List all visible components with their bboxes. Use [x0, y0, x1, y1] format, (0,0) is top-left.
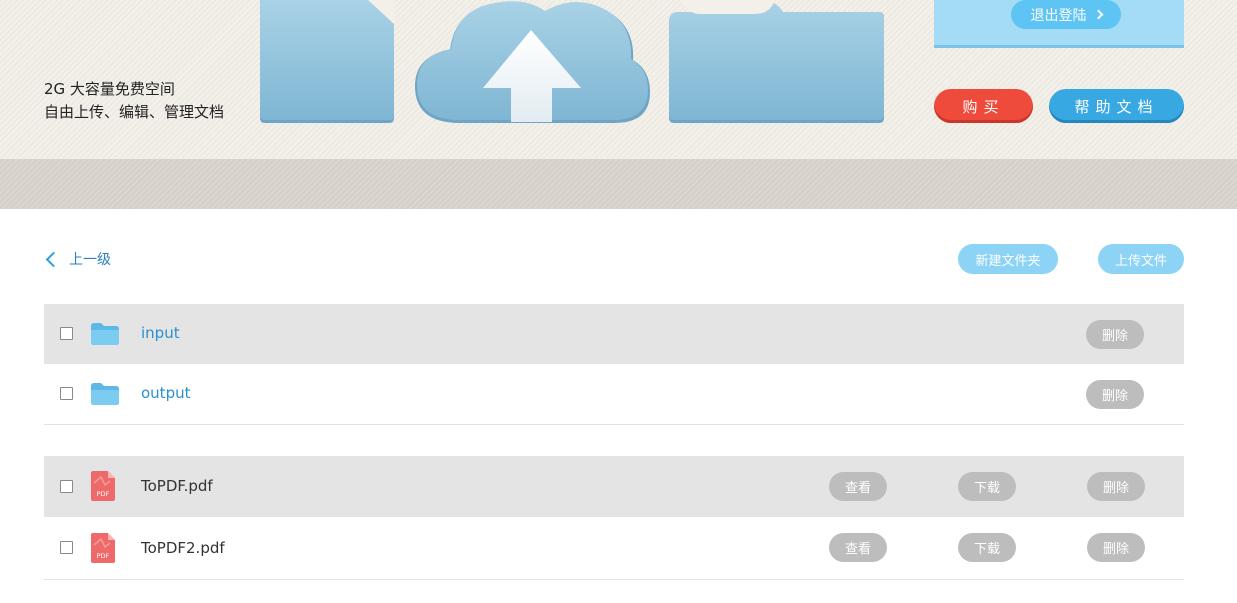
folder-name-link[interactable]: input — [141, 324, 180, 342]
file-row: PDF ToPDF.pdf 查看 下载 删除 — [44, 456, 1184, 517]
logout-label: 退出登陆 — [1030, 7, 1087, 24]
file-row: PDF ToPDF2.pdf 查看 下载 删除 — [44, 517, 1184, 580]
row-checkbox[interactable] — [60, 480, 73, 493]
upload-file-button[interactable]: 上传文件 — [1098, 244, 1184, 274]
folder-icon — [91, 383, 119, 405]
back-to-parent-link[interactable]: 上一级 — [44, 248, 111, 270]
pdf-file-icon: PDF — [91, 533, 115, 563]
folder-icon — [91, 323, 119, 345]
delete-button[interactable]: 删除 — [1086, 320, 1144, 349]
row-checkbox[interactable] — [60, 541, 73, 554]
pdf-icon-label: PDF — [97, 490, 110, 498]
tagline-line-2: 自由上传、编辑、管理文档 — [44, 103, 225, 121]
help-docs-button[interactable]: 帮助文档 — [1049, 89, 1184, 123]
download-button[interactable]: 下载 — [958, 533, 1016, 562]
folder-row: input 删除 — [44, 304, 1184, 364]
banner-tagline: 2G 大容量免费空间 自由上传、编辑、管理文档 — [44, 78, 224, 124]
delete-button[interactable]: 删除 — [1087, 533, 1145, 562]
pdf-file-icon: PDF — [91, 471, 115, 501]
chevron-right-icon — [1093, 9, 1103, 20]
pdf-icon-label: PDF — [97, 552, 110, 560]
chevron-left-icon — [45, 251, 62, 267]
folder-name-link[interactable]: output — [141, 384, 190, 402]
buy-button[interactable]: 购买 — [934, 89, 1033, 123]
delete-button[interactable]: 删除 — [1086, 380, 1144, 409]
cloud-upload-icon — [415, 1, 650, 124]
back-label: 上一级 — [69, 252, 111, 268]
folder-row: output 删除 — [44, 364, 1184, 425]
view-button[interactable]: 查看 — [829, 472, 887, 501]
document-icon — [260, 0, 394, 123]
cloud-storage-illustration — [260, 0, 884, 124]
banner-divider-band — [0, 159, 1237, 209]
row-checkbox[interactable] — [60, 327, 73, 340]
file-name: ToPDF.pdf — [141, 477, 213, 495]
logout-button[interactable]: 退出登陆 — [1011, 0, 1121, 29]
folder-illustration-icon — [669, 0, 884, 123]
file-name: ToPDF2.pdf — [141, 539, 225, 557]
row-checkbox[interactable] — [60, 387, 73, 400]
new-folder-button[interactable]: 新建文件夹 — [958, 244, 1058, 274]
tagline-line-1: 2G 大容量免费空间 — [44, 80, 175, 98]
delete-button[interactable]: 删除 — [1087, 472, 1145, 501]
view-button[interactable]: 查看 — [829, 533, 887, 562]
download-button[interactable]: 下载 — [958, 472, 1016, 501]
